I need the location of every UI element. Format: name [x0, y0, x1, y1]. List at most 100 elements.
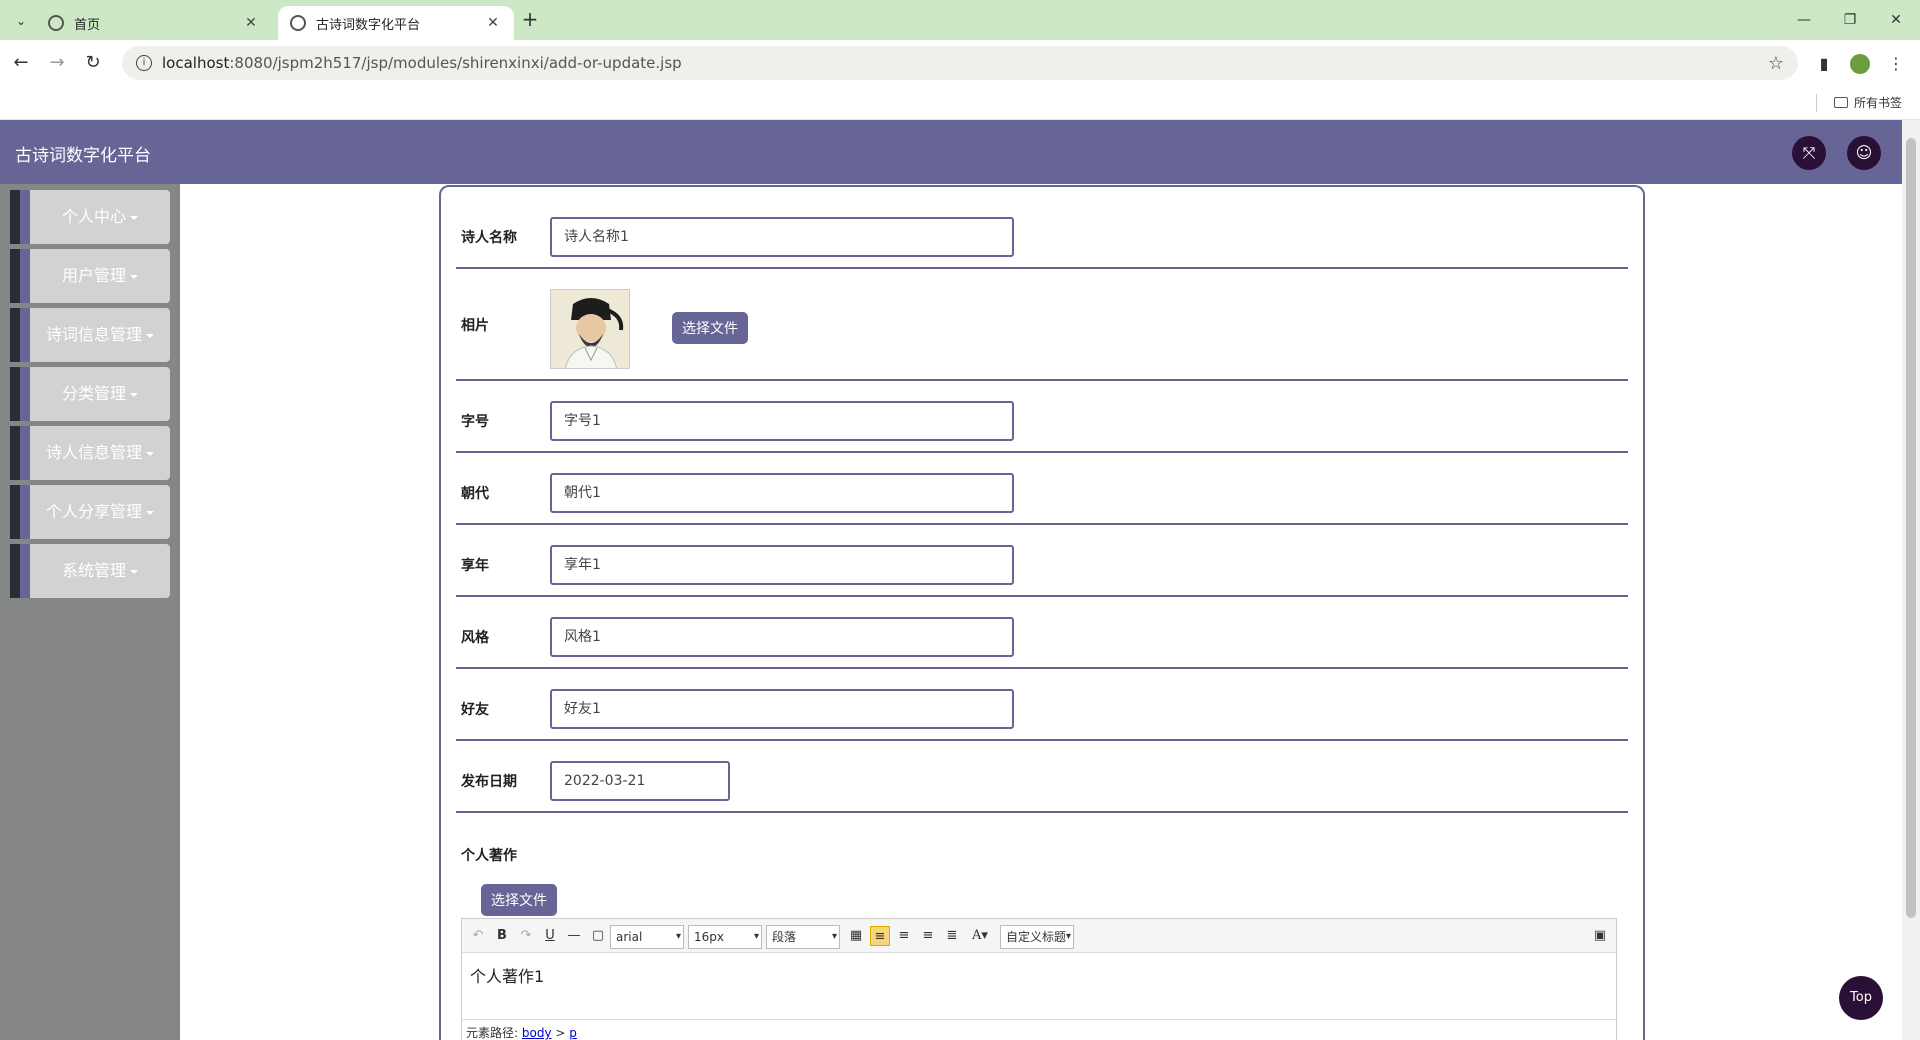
back-to-top-button[interactable]: Top	[1839, 976, 1883, 1020]
window-close-icon[interactable]: ✕	[1876, 8, 1916, 32]
courtesy-input[interactable]: 字号1	[550, 401, 1014, 441]
form-row-publish-date: 发布日期 2022-03-21	[456, 741, 1628, 813]
table-icon[interactable]: ▦	[846, 926, 866, 946]
sidebar-item-personal-center[interactable]: 个人中心	[10, 190, 170, 244]
preview-icon[interactable]: ▣	[1590, 926, 1610, 946]
app-header: 古诗词数字化平台 ⤧ ☺	[0, 120, 1902, 184]
tab-title: 首页	[74, 17, 101, 33]
url-text: localhost:8080/jspm2h517/jsp/modules/shi…	[162, 54, 682, 72]
bookmarks-bar: 所有书签	[0, 86, 1920, 120]
forward-icon[interactable]: →	[44, 50, 70, 76]
field-label: 字号	[461, 414, 489, 430]
caret-down-icon	[146, 333, 154, 338]
font-family-select[interactable]: arial	[610, 925, 684, 949]
paragraph-select[interactable]: 段落	[766, 925, 840, 949]
tab-search-icon[interactable]: ⌄	[10, 10, 32, 32]
browser-toolbar: ← → ↻ i localhost:8080/jspm2h517/jsp/mod…	[0, 40, 1920, 86]
minimize-icon[interactable]: —	[1784, 8, 1824, 32]
field-label: 享年	[461, 558, 489, 574]
sidebar-item-category-management[interactable]: 分类管理	[10, 367, 170, 421]
works-choose-file-button[interactable]: 选择文件	[481, 884, 557, 916]
undo-icon[interactable]: ↶	[468, 926, 488, 946]
restore-icon[interactable]: ❐	[1830, 8, 1870, 32]
tab-title: 古诗词数字化平台	[316, 17, 421, 33]
field-label: 个人著作	[461, 848, 517, 864]
sidebar: 个人中心 用户管理 诗词信息管理 分类管理 诗人信息管理 个人分享管理 系统管理	[0, 184, 180, 1040]
align-left-icon[interactable]: ≡	[870, 926, 890, 946]
caret-down-icon	[130, 274, 138, 279]
sidebar-item-system-management[interactable]: 系统管理	[10, 544, 170, 598]
align-center-icon[interactable]: ≡	[918, 926, 938, 946]
folder-icon	[1834, 97, 1848, 108]
tab-home[interactable]: 首页 ✕	[36, 6, 272, 40]
all-bookmarks[interactable]: 所有书签	[1834, 94, 1902, 111]
friends-input[interactable]: 好友1	[550, 689, 1014, 729]
site-icon	[290, 15, 306, 31]
side-panel-icon[interactable]: ▮	[1812, 52, 1836, 76]
caret-down-icon	[146, 451, 154, 456]
sidebar-item-share-management[interactable]: 个人分享管理	[10, 485, 170, 539]
field-label: 相片	[461, 318, 489, 334]
field-label: 风格	[461, 630, 489, 646]
close-icon[interactable]: ✕	[242, 15, 260, 31]
fullscreen-icon[interactable]: ⤧	[1792, 136, 1826, 170]
info-icon[interactable]: i	[136, 55, 152, 71]
browser-tab-bar: ⌄ 首页 ✕ 古诗词数字化平台 ✕ + — ❐ ✕	[0, 0, 1920, 40]
app-title: 古诗词数字化平台	[15, 146, 151, 166]
bookmark-star-icon[interactable]: ☆	[1768, 53, 1784, 74]
horizontal-rule-icon[interactable]: —	[564, 926, 584, 946]
sidebar-item-poet-management[interactable]: 诗人信息管理	[10, 426, 170, 480]
poet-photo	[550, 289, 630, 369]
editor-toolbar: ↶ B ↷ U — ▢ arial 16px 段落 ▦ ≡ ≡ ≡ ≣ A▾ 自…	[462, 919, 1616, 953]
back-icon[interactable]: ←	[8, 50, 34, 76]
path-body-link[interactable]: body	[522, 1026, 552, 1040]
sidebar-item-user-management[interactable]: 用户管理	[10, 249, 170, 303]
path-p-link[interactable]: p	[569, 1026, 577, 1040]
profile-icon[interactable]	[1848, 52, 1872, 76]
bold-icon[interactable]: B	[492, 926, 512, 946]
lifespan-input[interactable]: 享年1	[550, 545, 1014, 585]
caret-down-icon	[130, 392, 138, 397]
caret-down-icon	[146, 510, 154, 515]
form-row-courtesy: 字号 字号1	[456, 381, 1628, 453]
rich-text-editor: ↶ B ↷ U — ▢ arial 16px 段落 ▦ ≡ ≡ ≡ ≣ A▾ 自…	[461, 918, 1617, 1040]
font-color-icon[interactable]: A▾	[966, 926, 994, 946]
form-row-dynasty: 朝代 朝代1	[456, 453, 1628, 525]
underline-icon[interactable]: U	[540, 926, 560, 946]
editor-content[interactable]: 个人著作1	[470, 963, 544, 987]
more-menu-icon[interactable]: ⋮	[1884, 52, 1908, 76]
sidebar-item-label: 诗词信息管理	[45, 325, 142, 344]
form-row-poet-name: 诗人名称 诗人名称1	[456, 187, 1628, 269]
poet-form: 诗人名称 诗人名称1 相片 选择文件 字号 字号1 朝代 朝代1 享年 享年1	[439, 185, 1645, 1040]
style-input[interactable]: 风格1	[550, 617, 1014, 657]
form-row-friends: 好友 好友1	[456, 669, 1628, 741]
custom-heading-select[interactable]: 自定义标题	[1000, 925, 1074, 949]
form-row-photo: 相片 选择文件	[456, 269, 1628, 381]
sidebar-item-poem-management[interactable]: 诗词信息管理	[10, 308, 170, 362]
poet-name-input[interactable]: 诗人名称1	[550, 217, 1014, 257]
reload-icon[interactable]: ↻	[80, 50, 106, 76]
dynasty-input[interactable]: 朝代1	[550, 473, 1014, 513]
form-row-style: 风格 风格1	[456, 597, 1628, 669]
field-label: 诗人名称	[461, 230, 517, 246]
redo-icon[interactable]: ↷	[516, 926, 536, 946]
tab-platform[interactable]: 古诗词数字化平台 ✕	[278, 6, 514, 40]
scroll-thumb[interactable]	[1906, 138, 1916, 918]
new-tab-icon[interactable]: +	[518, 8, 542, 32]
page-icon[interactable]: ▢	[588, 926, 608, 946]
publish-date-input[interactable]: 2022-03-21	[550, 761, 730, 801]
photo-choose-file-button[interactable]: 选择文件	[672, 312, 748, 344]
sidebar-item-label: 系统管理	[61, 561, 126, 580]
caret-down-icon	[130, 215, 138, 220]
sidebar-item-label: 分类管理	[61, 384, 126, 403]
field-label: 好友	[461, 702, 489, 718]
close-icon[interactable]: ✕	[484, 15, 502, 31]
align-justify-icon[interactable]: ≣	[942, 926, 962, 946]
align-right-icon[interactable]: ≡	[894, 926, 914, 946]
field-label: 发布日期	[461, 774, 517, 790]
font-size-select[interactable]: 16px	[688, 925, 762, 949]
page-scrollbar[interactable]	[1902, 120, 1920, 1040]
user-icon[interactable]: ☺	[1847, 136, 1881, 170]
address-bar[interactable]: i localhost:8080/jspm2h517/jsp/modules/s…	[122, 46, 1798, 80]
divider	[1816, 94, 1817, 112]
